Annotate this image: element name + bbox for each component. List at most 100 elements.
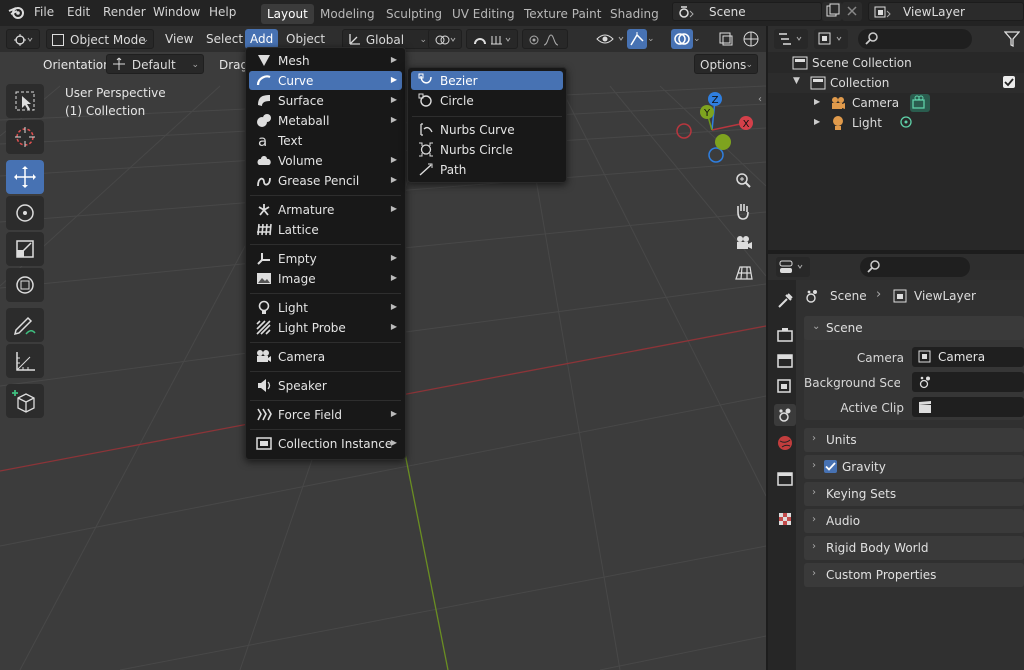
expand-arrow-icon[interactable]: ▶ (814, 117, 820, 126)
rigid-body-world-panel[interactable]: › Rigid Body World (804, 536, 1024, 560)
collection-tab[interactable] (774, 468, 796, 490)
audio-panel[interactable]: › Audio (804, 509, 1024, 533)
add-menu-item-image[interactable]: Image ▶ (249, 269, 402, 288)
add-menu-item-light[interactable]: Light ▶ (249, 298, 402, 317)
menu-add[interactable]: Add (245, 29, 279, 49)
delete-scene-button[interactable] (842, 2, 862, 21)
measure-tool[interactable] (6, 344, 44, 378)
menu-select[interactable]: Select (201, 29, 248, 49)
scene-selector[interactable]: Scene (672, 2, 822, 21)
filter-icon[interactable] (1003, 30, 1021, 51)
gizmo-toggle[interactable] (627, 29, 647, 49)
chevron-down-icon[interactable]: ⌄ (647, 29, 663, 49)
scale-tool[interactable] (6, 232, 44, 266)
outliner-search-input[interactable] (858, 29, 972, 49)
editor-type-button[interactable] (6, 29, 40, 49)
gravity-checkbox[interactable] (824, 460, 837, 473)
render-tab[interactable] (774, 324, 796, 346)
tool-tab[interactable] (774, 290, 796, 312)
select-box-tool[interactable] (6, 84, 44, 118)
add-menu-item-armature[interactable]: Armature ▶ (249, 200, 402, 219)
duplicate-scene-button[interactable] (822, 2, 842, 21)
tab-layout[interactable]: Layout (261, 4, 314, 24)
camera-field[interactable]: Camera (912, 347, 1024, 367)
curve-item-circle[interactable]: Circle (411, 91, 563, 110)
custom-properties-panel[interactable]: › Custom Properties (804, 563, 1024, 587)
curve-item-nurbs-circle[interactable]: Nurbs Circle (411, 140, 563, 159)
output-tab[interactable] (774, 350, 796, 372)
blender-logo-icon[interactable] (8, 4, 26, 23)
keying-sets-panel[interactable]: › Keying Sets (804, 482, 1024, 506)
add-menu-item-curve[interactable]: Curve ▶ (249, 71, 402, 90)
options-dropdown[interactable]: Options ⌄ (694, 54, 758, 74)
curve-item-nurbs-curve[interactable]: Nurbs Curve (411, 120, 563, 139)
scene-tab[interactable] (774, 404, 796, 426)
overlays-toggle[interactable] (671, 29, 693, 49)
add-menu-item-surface[interactable]: Surface ▶ (249, 91, 402, 110)
mode-selector[interactable]: Object Mode ⌄ (46, 29, 154, 49)
cursor-tool[interactable] (6, 120, 44, 154)
add-menu-item-metaball[interactable]: Metaball ▶ (249, 111, 402, 130)
add-menu-item-camera[interactable]: Camera (249, 347, 402, 366)
menu-render[interactable]: Render (103, 5, 146, 19)
transform-orientation-selector[interactable]: Global ⌄ (342, 29, 432, 49)
orientation-dropdown[interactable]: Default ⌄ (106, 54, 204, 74)
pivot-point-selector[interactable] (428, 29, 462, 49)
gravity-panel[interactable]: › Gravity (804, 455, 1024, 479)
outliner-editor-type-button[interactable] (774, 29, 808, 49)
transform-tool[interactable] (6, 268, 44, 302)
chevron-down-icon[interactable]: ⌄ (693, 29, 709, 49)
menu-object[interactable]: Object (281, 29, 330, 49)
add-menu-item-collection-instance[interactable]: Collection Instance ▶ (249, 434, 402, 453)
menu-file[interactable]: File (34, 5, 54, 19)
navigation-gizmo[interactable]: Z X Y (672, 90, 762, 170)
wireframe-shading-button[interactable] (740, 29, 762, 49)
texture-tab[interactable] (774, 508, 796, 530)
add-menu-item-empty[interactable]: Empty ▶ (249, 249, 402, 268)
scene-panel-header[interactable]: ⌄ Scene (804, 316, 1024, 340)
curve-item-bezier[interactable]: Bezier (411, 71, 563, 90)
tab-sculpting[interactable]: Sculpting (380, 4, 448, 24)
pan-hand-icon[interactable] (730, 198, 756, 224)
menu-view[interactable]: View (160, 29, 198, 49)
annotate-tool[interactable] (6, 308, 44, 342)
properties-search-input[interactable] (860, 257, 970, 277)
tab-shading[interactable]: Shading (604, 4, 665, 24)
collection-checkbox[interactable] (1003, 76, 1015, 88)
outliner-row-light[interactable]: ▶ Light (768, 113, 1024, 133)
active-clip-field[interactable] (912, 397, 1024, 417)
background-scene-field[interactable] (912, 372, 1024, 392)
expand-arrow-icon[interactable]: ▶ (814, 97, 820, 106)
properties-editor-type-button[interactable] (776, 257, 810, 277)
collapse-arrow-icon[interactable]: ‹ (758, 94, 762, 105)
tab-uv-editing[interactable]: UV Editing (446, 4, 521, 24)
display-mode-button[interactable] (814, 29, 848, 49)
add-menu-item-mesh[interactable]: Mesh ▶ (249, 51, 402, 70)
zoom-icon[interactable] (730, 168, 756, 194)
outliner-row-scene-collection[interactable]: Scene Collection (768, 53, 1024, 73)
add-menu-item-grease-pencil[interactable]: Grease Pencil ▶ (249, 171, 402, 190)
tab-texture-paint[interactable]: Texture Paint (518, 4, 607, 24)
camera-data-icon[interactable] (910, 94, 930, 112)
ortho-grid-icon[interactable] (730, 260, 756, 286)
outliner-row-camera[interactable]: ▶ Camera (768, 93, 1024, 113)
rotate-tool[interactable] (6, 196, 44, 230)
camera-view-icon[interactable] (730, 230, 756, 256)
menu-edit[interactable]: Edit (67, 5, 90, 19)
light-data-icon[interactable] (898, 115, 914, 134)
view-layer-tab[interactable] (774, 376, 796, 398)
proportional-editing-toggle[interactable] (522, 29, 568, 49)
add-menu-item-light-probe[interactable]: Light Probe ▶ (249, 318, 402, 337)
units-panel[interactable]: › Units (804, 428, 1024, 452)
snap-toggle[interactable] (466, 29, 518, 49)
neg-y-axis-handle[interactable] (715, 134, 731, 150)
expand-arrow-icon[interactable]: ▼ (793, 76, 800, 86)
menu-window[interactable]: Window (153, 5, 200, 19)
neg-x-axis-handle[interactable] (676, 123, 692, 139)
move-tool[interactable] (6, 160, 44, 194)
xray-toggle[interactable] (716, 29, 736, 49)
world-tab[interactable] (774, 432, 796, 454)
add-menu-item-force-field[interactable]: Force Field ▶ (249, 405, 402, 424)
add-menu-item-text[interactable]: a Text (249, 131, 402, 150)
menu-help[interactable]: Help (209, 5, 236, 19)
